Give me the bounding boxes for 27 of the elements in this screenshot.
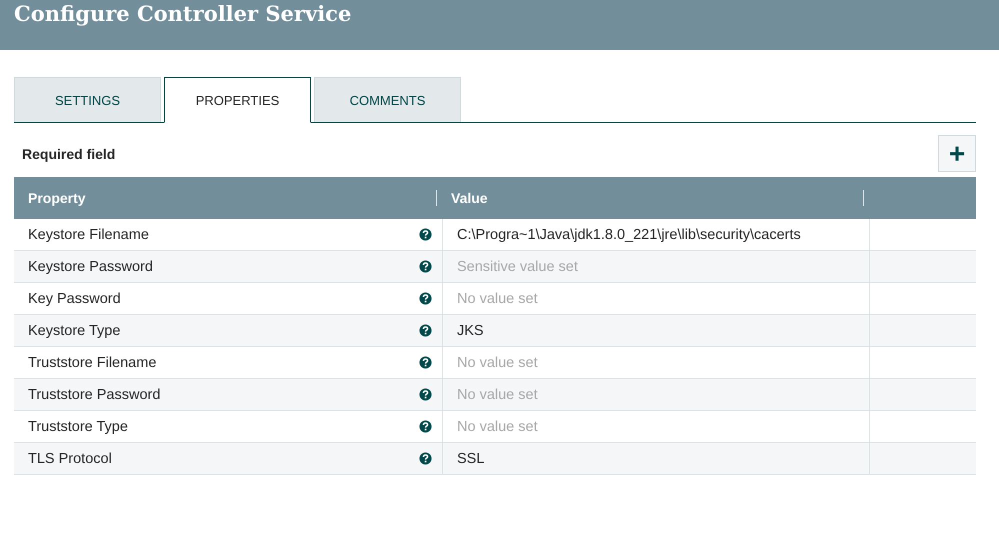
property-name: Truststore Password (28, 386, 160, 402)
add-button[interactable]: + (938, 135, 976, 172)
tab[interactable]: SETTINGS (14, 77, 161, 122)
help-icon[interactable] (419, 228, 432, 241)
help-icon[interactable] (419, 388, 432, 401)
property-value[interactable]: SSL (457, 450, 484, 466)
help-icon[interactable] (419, 356, 432, 369)
property-name: Truststore Filename (28, 354, 156, 370)
property-name: Keystore Type (28, 322, 120, 338)
property-name: TLS Protocol (28, 450, 112, 466)
column-header: Property (27, 190, 87, 206)
property-value[interactable]: JKS (457, 322, 484, 338)
help-icon[interactable] (419, 452, 432, 465)
property-name: Truststore Type (28, 418, 128, 434)
window-title: Configure Controller Service (14, 0, 352, 28)
property-name: Keystore Password (28, 258, 153, 274)
column-header: Value (436, 190, 864, 206)
help-icon[interactable] (419, 420, 432, 433)
help-icon[interactable] (419, 324, 432, 337)
tab[interactable]: COMMENTS (314, 77, 461, 122)
help-icon[interactable] (419, 260, 432, 273)
help-icon[interactable] (419, 292, 432, 305)
property-name: Keystore Filename (28, 226, 149, 242)
tab[interactable]: PROPERTIES (164, 77, 311, 123)
property-value[interactable]: C:\Progra~1\Java\jdk1.8.0_221\jre\lib\security\cacerts (457, 226, 801, 242)
property-name: Key Password (28, 290, 121, 306)
required-label: Required field (21, 146, 116, 162)
